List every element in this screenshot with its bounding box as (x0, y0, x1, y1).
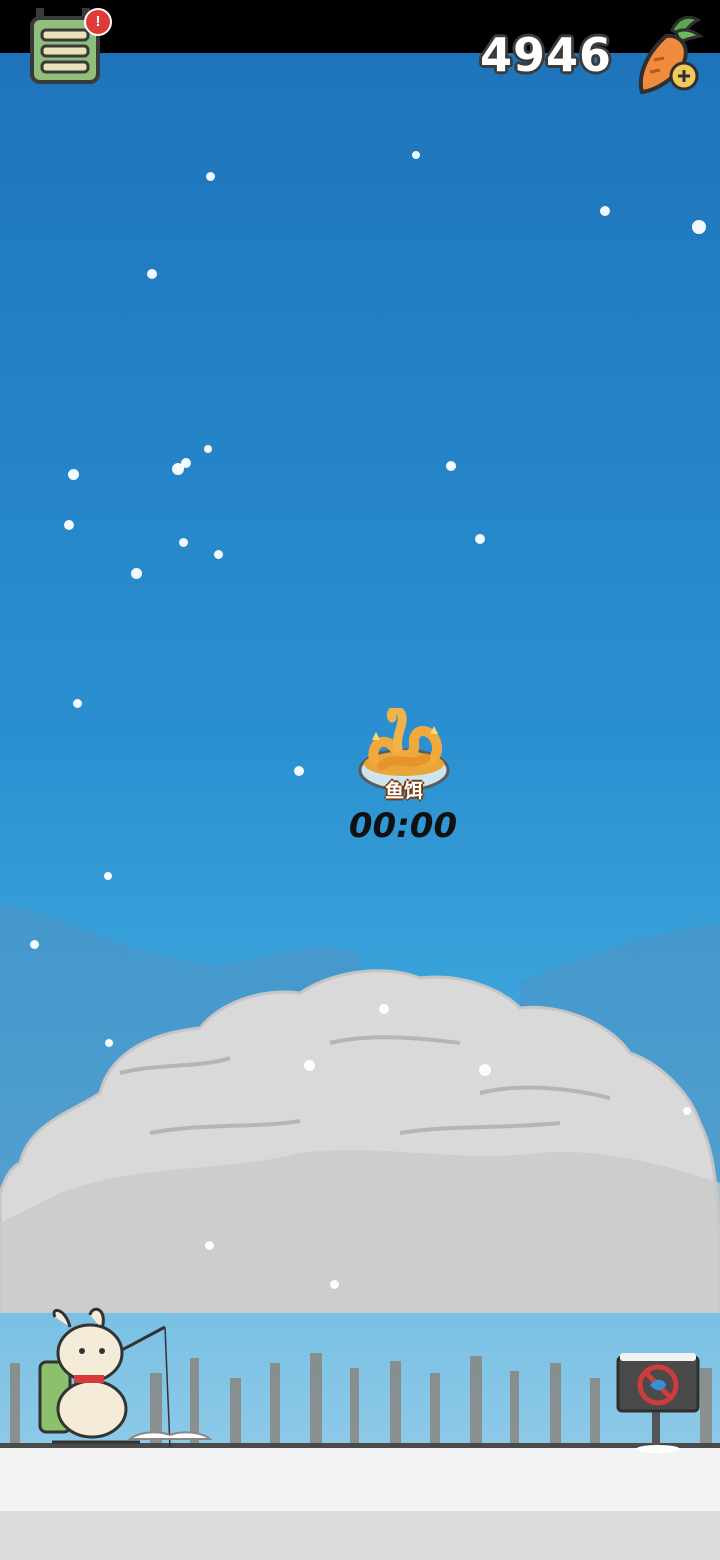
snowflake (105, 1039, 113, 1047)
carrot-plus-icon[interactable] (632, 14, 706, 96)
snowflake (412, 151, 420, 159)
snowflake (181, 458, 191, 468)
snowflake (692, 220, 706, 234)
bunny-fishing-character[interactable] (30, 1307, 230, 1452)
snowflake (206, 172, 215, 181)
snowy-tree-background (0, 903, 720, 1313)
bait-timer: 00:00 (348, 806, 458, 846)
snowflake (379, 1004, 389, 1014)
snowflake (683, 1107, 691, 1115)
snowflake (479, 1064, 491, 1076)
snowflake (600, 206, 610, 216)
snowflake (147, 269, 157, 279)
snowflake (330, 1280, 339, 1289)
snowflake (294, 766, 304, 776)
snowflake (64, 520, 74, 530)
notification-badge: ! (84, 8, 112, 36)
snowflake (214, 550, 223, 559)
no-fishing-sign[interactable] (612, 1349, 708, 1453)
snowflake (475, 534, 485, 544)
snowflake (68, 469, 79, 480)
bait-label: 鱼饵 (384, 780, 423, 802)
snowflake (179, 538, 188, 547)
snowflake (205, 1241, 214, 1250)
snowflake (104, 872, 112, 880)
snowflake (131, 568, 142, 579)
snowflake (446, 461, 456, 471)
snowflake (304, 1060, 315, 1071)
snowflake (30, 940, 39, 949)
carrot-count: 4946 (480, 28, 613, 82)
snowflake (73, 699, 82, 708)
snowflake (204, 445, 212, 453)
snow-ground-shadow (0, 1511, 720, 1560)
